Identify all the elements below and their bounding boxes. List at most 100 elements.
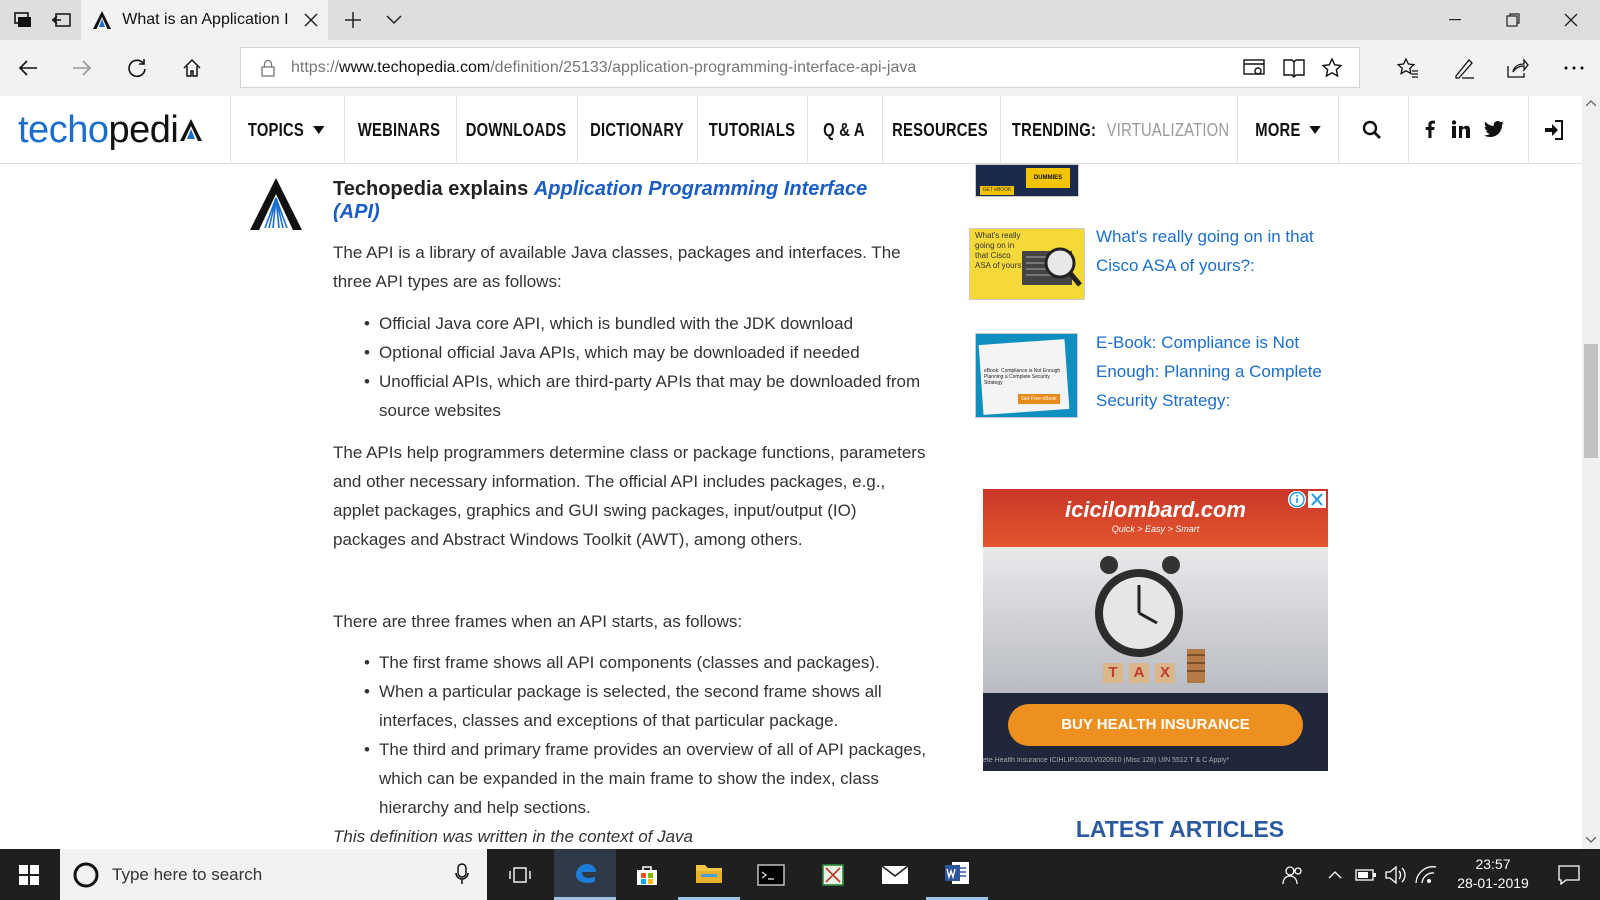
nav-qa[interactable]: Q & A xyxy=(815,96,872,164)
close-tab-icon[interactable] xyxy=(304,13,318,27)
facebook-icon[interactable] xyxy=(1425,120,1435,138)
set-tabs-aside-icon[interactable] xyxy=(44,0,78,40)
command-prompt-taskbar-icon[interactable] xyxy=(740,849,802,900)
ad-brand: icicilombard.com xyxy=(1065,497,1246,522)
ebook-thumbnail-dummies[interactable]: GET eBOOK DUMMIES xyxy=(975,164,1079,197)
explains-heading: Techopedia explains Application Programm… xyxy=(333,178,868,223)
caret-down-icon xyxy=(1309,126,1321,134)
page-scrollbar[interactable] xyxy=(1582,96,1600,849)
show-hidden-icons-chevron-icon[interactable] xyxy=(1320,849,1350,900)
article-paragraph-1: The API is a library of available Java c… xyxy=(333,243,901,291)
ad-tagline: Quick > Easy > Smart xyxy=(1111,524,1200,534)
buy-health-insurance-button[interactable]: BUY HEALTH INSURANCE xyxy=(1008,704,1303,746)
minimize-icon[interactable] xyxy=(1432,0,1478,40)
new-tab-icon[interactable] xyxy=(336,0,370,40)
article-paragraph-2: The APIs help programmers determine clas… xyxy=(333,443,926,549)
cortana-circle-icon xyxy=(73,862,99,888)
url-text[interactable]: https://www.techopedia.com/definition/25… xyxy=(291,59,916,77)
techopedia-logo[interactable]: techo pedi xyxy=(18,108,203,152)
windows-start-icon[interactable] xyxy=(0,849,58,900)
compliance-ebook-thumbnail[interactable]: eBook: Compliance is Not Enough Planning… xyxy=(975,333,1078,418)
web-note-pen-icon[interactable] xyxy=(1446,40,1482,96)
word-taskbar-icon[interactable] xyxy=(926,849,988,900)
clock-date: 28-01-2019 xyxy=(1457,875,1529,891)
nav-webinars[interactable]: WEBINARS xyxy=(356,96,443,164)
system-clock[interactable]: 23:57 28-01-2019 xyxy=(1448,855,1538,893)
volume-icon[interactable] xyxy=(1382,849,1410,900)
ad-info-icon[interactable] xyxy=(1288,491,1306,508)
search-placeholder: Type here to search xyxy=(112,864,263,884)
nav-topics[interactable]: TOPICS xyxy=(245,96,327,164)
wifi-icon[interactable] xyxy=(1412,849,1440,900)
article-paragraph-3: There are three frames when an API start… xyxy=(333,612,743,631)
taskbar-search[interactable]: Type here to search xyxy=(60,849,487,900)
refresh-icon[interactable] xyxy=(119,40,155,96)
ad-tax-blocks: T A X xyxy=(1103,663,1175,683)
sign-in-icon[interactable] xyxy=(1544,120,1564,140)
advertisement-banner[interactable]: icicilombard.com Quick > Easy > Smart T … xyxy=(983,489,1328,771)
nav-trending-virtualization[interactable]: VIRTUALIZATION xyxy=(1107,96,1228,164)
tab-preview-chevron-icon[interactable] xyxy=(377,0,411,40)
forward-arrow-icon[interactable] xyxy=(64,40,100,96)
address-toolbar: https://www.techopedia.com/definition/25… xyxy=(0,40,1600,96)
address-bar[interactable]: https://www.techopedia.com/definition/25… xyxy=(240,47,1360,88)
scrollbar-thumb[interactable] xyxy=(1584,344,1598,458)
ad-header: icicilombard.com Quick > Easy > Smart xyxy=(983,489,1328,547)
list-item: When a particular package is selected, t… xyxy=(364,677,934,735)
nav-trending-label: TRENDING: xyxy=(1011,119,1097,140)
twitter-icon[interactable] xyxy=(1484,121,1504,137)
ad-fine-print: ete Health Insurance ICIHLIP10001V020910… xyxy=(983,757,1230,764)
task-view-icon[interactable] xyxy=(500,849,540,900)
battery-icon[interactable] xyxy=(1352,849,1380,900)
latest-articles-heading: LATEST ARTICLES xyxy=(1075,816,1285,842)
reading-view-icon[interactable] xyxy=(1283,58,1305,78)
page-content: Techopedia explains Application Programm… xyxy=(0,164,1582,849)
more-ellipsis-icon[interactable] xyxy=(1556,40,1592,96)
microphone-icon[interactable] xyxy=(455,863,469,885)
tab-active[interactable]: What is an Application I xyxy=(81,0,328,40)
lock-icon xyxy=(261,59,275,77)
reading-list-icon[interactable] xyxy=(1243,58,1265,78)
site-navigation: techo pedi TOPICS WEBINARS DOWNLOADS DICT… xyxy=(0,96,1582,164)
favorites-hub-icon[interactable] xyxy=(1390,40,1426,96)
back-arrow-icon[interactable] xyxy=(10,40,46,96)
close-window-icon[interactable] xyxy=(1548,0,1594,40)
people-icon[interactable] xyxy=(1276,849,1310,900)
api-types-list: Official Java core API, which is bundled… xyxy=(364,309,944,425)
clock-time: 23:57 xyxy=(1475,856,1511,872)
scroll-up-icon[interactable] xyxy=(1586,100,1596,106)
favorite-star-icon[interactable] xyxy=(1321,57,1343,79)
api-frames-list: The first frame shows all API components… xyxy=(364,648,934,822)
list-item: Optional official Java APIs, which may b… xyxy=(364,338,944,367)
list-item: Official Java core API, which is bundled… xyxy=(364,309,944,338)
nav-tutorials[interactable]: TUTORIALS xyxy=(709,96,796,164)
techopedia-favicon-icon xyxy=(93,11,111,29)
ad-image: T A X xyxy=(983,547,1328,693)
magnifier-server-icon xyxy=(1022,247,1082,287)
edge-taskbar-icon[interactable] xyxy=(554,849,616,900)
cisco-asa-thumbnail[interactable]: What's really going on in that Cisco ASA… xyxy=(969,228,1085,300)
restore-icon[interactable] xyxy=(1490,0,1536,40)
home-icon[interactable] xyxy=(174,40,210,96)
nav-resources[interactable]: RESOURCES xyxy=(892,96,987,164)
linkedin-icon[interactable] xyxy=(1452,120,1470,138)
mail-taskbar-icon[interactable] xyxy=(864,849,926,900)
list-item: Unofficial APIs, which are third-party A… xyxy=(364,367,944,425)
share-icon[interactable] xyxy=(1500,40,1536,96)
title-bar: What is an Application I xyxy=(0,0,1600,40)
store-taskbar-icon[interactable] xyxy=(616,849,678,900)
file-explorer-taskbar-icon[interactable] xyxy=(678,849,740,900)
nav-downloads[interactable]: DOWNLOADS xyxy=(466,96,566,164)
logo-a-glyph-icon xyxy=(180,119,203,141)
compliance-ebook-link[interactable]: E-Book: Compliance is Not Enough: Planni… xyxy=(1096,328,1356,415)
action-center-notifications-icon[interactable] xyxy=(1546,849,1592,900)
ad-close-icon[interactable] xyxy=(1308,491,1326,508)
nav-dictionary[interactable]: DICTIONARY xyxy=(589,96,684,164)
tab-manager-icon[interactable] xyxy=(6,0,40,40)
list-item: The first frame shows all API components… xyxy=(364,648,934,677)
search-icon[interactable] xyxy=(1362,120,1382,140)
snipping-tool-taskbar-icon[interactable] xyxy=(802,849,864,900)
scroll-down-icon[interactable] xyxy=(1586,837,1596,843)
nav-more[interactable]: MORE xyxy=(1249,96,1328,164)
cisco-asa-link[interactable]: What's really going on in that Cisco ASA… xyxy=(1096,222,1356,280)
